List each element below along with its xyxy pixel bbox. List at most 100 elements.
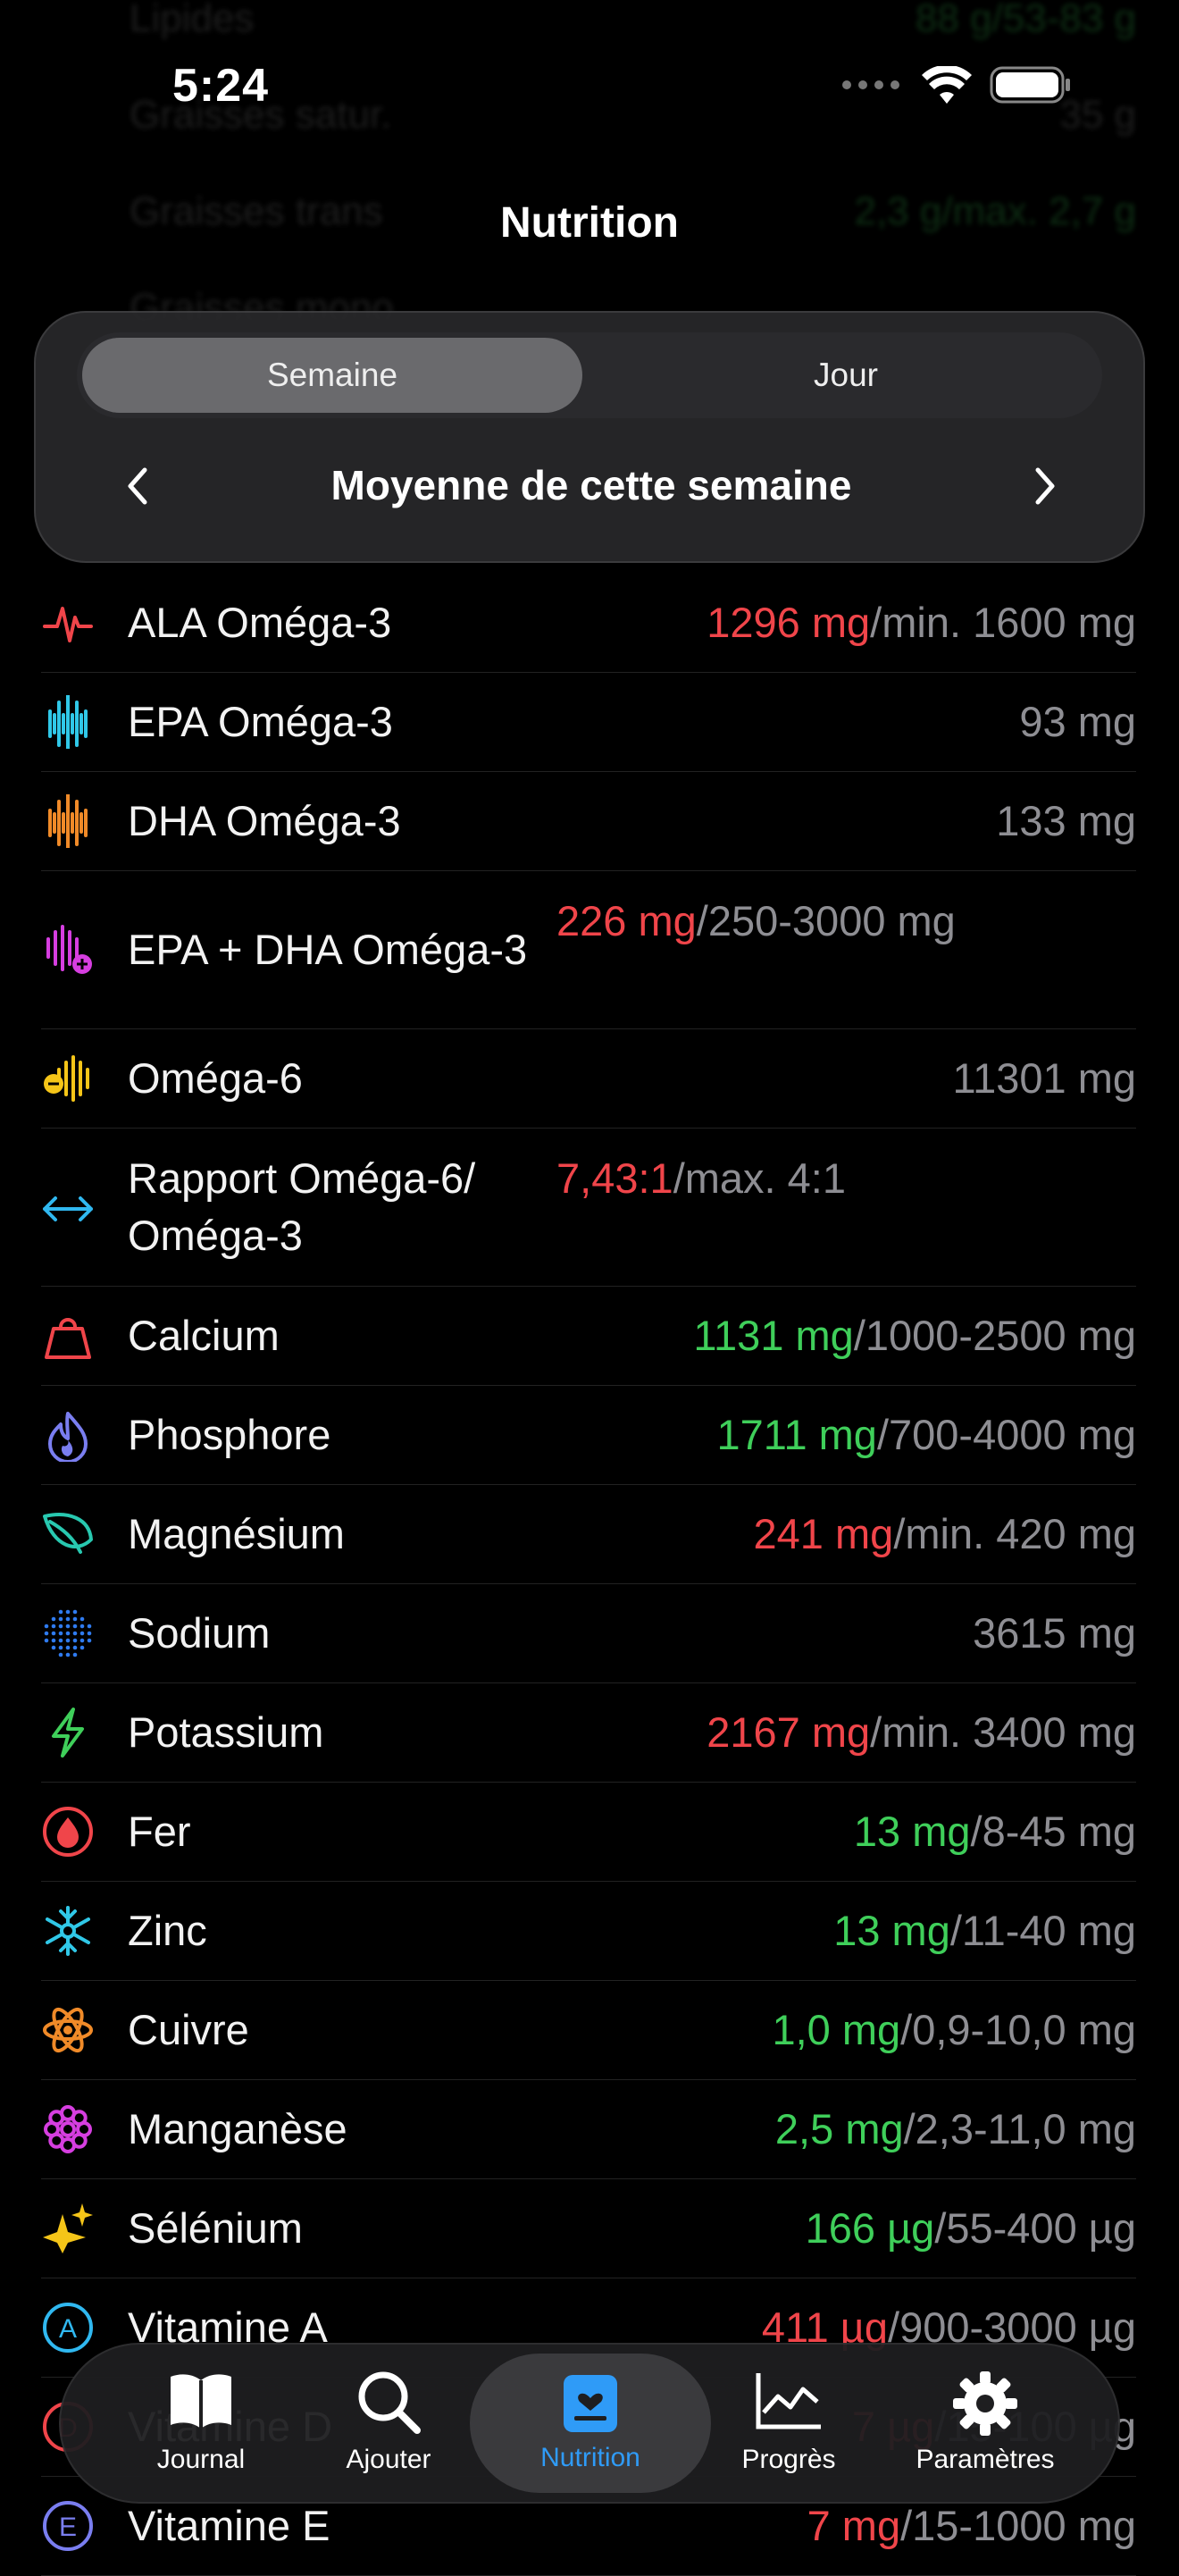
nutrient-amount: 13 mg [853, 1808, 971, 1855]
nutrient-name: Fer [128, 1808, 191, 1855]
nutrient-amount: 7 mg [807, 2502, 901, 2549]
nutrient-list: ALA Oméga-3 1296 mg/min. 1600 mg EPA Oméga… [41, 574, 1136, 2576]
nutrient-value: 7 mg/15-1000 mg [807, 2497, 1136, 2555]
period-panel: Semaine Jour Moyenne de cette semaine [34, 311, 1145, 563]
flame-icon [48, 1412, 88, 1462]
nutrient-name: Vitamine E [128, 2502, 330, 2549]
nutrient-name: Calcium [128, 1312, 280, 1359]
nutrient-value: 1,0 mg/0,9-10,0 mg [772, 2001, 1136, 2059]
page-title: Nutrition [500, 199, 679, 247]
chevron-right-icon[interactable] [1020, 463, 1066, 509]
nutrient-target: 55-400 µg [946, 2204, 1136, 2252]
period-label: Moyenne de cette semaine [330, 462, 852, 508]
nutrient-row[interactable]: Fer 13 mg/8-45 mg [41, 1783, 1136, 1882]
segment-day[interactable]: Jour [595, 338, 1097, 413]
nutrient-value: 3615 mg [973, 1605, 1136, 1662]
status-icons [841, 66, 1072, 104]
nutrient-row[interactable]: Magnésium 241 mg/min. 420 mg [41, 1485, 1136, 1584]
value-separator: / [949, 1907, 962, 1954]
nutrient-value: 226 mg/250-3000 mg [556, 893, 956, 950]
gear-icon [953, 2371, 1017, 2436]
nutrient-name: Potassium [128, 1708, 324, 1756]
nutrient-row[interactable]: Cuivre 1,0 mg/0,9-10,0 mg [41, 1981, 1136, 2080]
nutrient-target: max. 4:1 [684, 1154, 846, 1202]
nutrient-amount: 1,0 mg [772, 2006, 901, 2053]
segment-week[interactable]: Semaine [82, 338, 582, 413]
nutrient-target: 93 mg [1019, 698, 1136, 745]
nutrient-target: min. 420 mg [905, 1510, 1136, 1557]
nutrient-amount: 1296 mg [707, 599, 871, 646]
tab-nutrition[interactable]: Nutrition [470, 2354, 711, 2493]
snowflake-icon [46, 1906, 90, 1956]
value-separator: / [853, 1312, 865, 1359]
nutrient-value: 7,43:1/max. 4:1 [556, 1150, 846, 1207]
atom-icon [43, 2007, 93, 2053]
dots-circle-icon [44, 1609, 92, 1657]
letter-a-circle-icon: A [43, 2303, 93, 2353]
status-time: 5:24 [172, 60, 270, 112]
nutrient-name: Oméga-6 [128, 1054, 303, 1102]
tab-settings[interactable]: Paramètres [882, 2345, 1088, 2502]
nutrient-target: min. 3400 mg [882, 1708, 1136, 1756]
tab-label: Nutrition [540, 2443, 640, 2472]
book-icon [171, 2374, 231, 2429]
arrow-left-right-icon [43, 1196, 93, 1221]
nutrient-row[interactable]: Sélénium 166 µg/55-400 µg [41, 2179, 1136, 2278]
nutrient-row[interactable]: DHA Oméga-3 133 mg [41, 772, 1136, 871]
value-separator: / [900, 2502, 913, 2549]
nutrient-target: 15-1000 mg [912, 2502, 1136, 2549]
nutrient-amount: 226 mg [556, 897, 697, 944]
nutrient-value: 1296 mg/min. 1600 mg [707, 594, 1136, 651]
scale-weight-icon [45, 1318, 91, 1359]
nutrient-name: Zinc [128, 1907, 207, 1954]
value-separator: / [903, 2105, 916, 2152]
nutrient-row[interactable]: Rapport Oméga-6/ Oméga-3 7,43:1/max. 4:1 [41, 1129, 1136, 1287]
nutrient-value: 1711 mg/700-4000 mg [717, 1406, 1136, 1464]
nutrient-row[interactable]: Phosphore 1711 mg/700-4000 mg [41, 1386, 1136, 1485]
nutrient-value: 2167 mg/min. 3400 mg [707, 1704, 1136, 1761]
value-separator: / [893, 1510, 906, 1557]
nutrient-target: 133 mg [996, 797, 1136, 844]
nutrient-name: DHA Oméga-3 [128, 797, 401, 844]
nutrient-target: 1000-2500 mg [865, 1312, 1136, 1359]
nutrient-row[interactable]: Manganèse 2,5 mg/2,3-11,0 mg [41, 2080, 1136, 2179]
waveform-icon [48, 794, 88, 848]
waveform-badge-minus-icon [44, 1055, 89, 1102]
value-separator: / [870, 1708, 882, 1756]
nutrient-row[interactable]: Sodium 3615 mg [41, 1584, 1136, 1683]
drop-circle-icon [43, 1807, 93, 1857]
nutrient-name: Magnésium [128, 1510, 345, 1557]
heart-document-icon [564, 2375, 617, 2432]
value-separator: / [673, 1154, 685, 1202]
nutrient-row[interactable]: Zinc 13 mg/11-40 mg [41, 1882, 1136, 1981]
nutrient-row[interactable]: EPA + DHA Oméga-3 226 mg/250-3000 mg [41, 871, 1136, 1029]
nutrient-name: Cuivre [128, 2006, 249, 2053]
tab-label: Paramètres [916, 2445, 1055, 2474]
nutrient-target: 8-45 mg [982, 1808, 1136, 1855]
nutrient-target: 0,9-10,0 mg [912, 2006, 1136, 2053]
nutrient-name: EPA + DHA Oméga-3 [128, 926, 528, 973]
sparkles-icon [43, 2203, 93, 2253]
value-separator: / [934, 2204, 947, 2252]
nutrient-name: Phosphore [128, 1411, 331, 1458]
nutrient-row[interactable]: Potassium 2167 mg/min. 3400 mg [41, 1683, 1136, 1783]
nutrient-value: 2,5 mg/2,3-11,0 mg [775, 2101, 1136, 2158]
nutrient-row[interactable]: ALA Oméga-3 1296 mg/min. 1600 mg [41, 574, 1136, 673]
waveform-icon [48, 695, 88, 749]
nutrient-amount: 13 mg [833, 1907, 950, 1954]
nutrient-target: min. 1600 mg [882, 599, 1136, 646]
period-segmented-control: Semaine Jour [77, 332, 1102, 418]
waveform-badge-plus-icon [46, 925, 92, 974]
nutrient-row[interactable]: EPA Oméga-3 93 mg [41, 673, 1136, 772]
tab-add[interactable]: Ajouter [286, 2345, 491, 2502]
nutrient-target: 11301 mg [952, 1054, 1136, 1102]
nutrient-value: 13 mg/8-45 mg [854, 1803, 1136, 1860]
tab-label: Ajouter [346, 2445, 431, 2474]
tab-progress[interactable]: Progrès [686, 2345, 891, 2502]
value-separator: / [870, 599, 882, 646]
nutrient-row[interactable]: Calcium 1131 mg/1000-2500 mg [41, 1287, 1136, 1386]
tab-journal[interactable]: Journal [98, 2345, 304, 2502]
nutrient-row[interactable]: Oméga-6 11301 mg [41, 1029, 1136, 1129]
nutrient-name: EPA Oméga-3 [128, 698, 393, 745]
nutrient-target: 2,3-11,0 mg [915, 2105, 1136, 2152]
